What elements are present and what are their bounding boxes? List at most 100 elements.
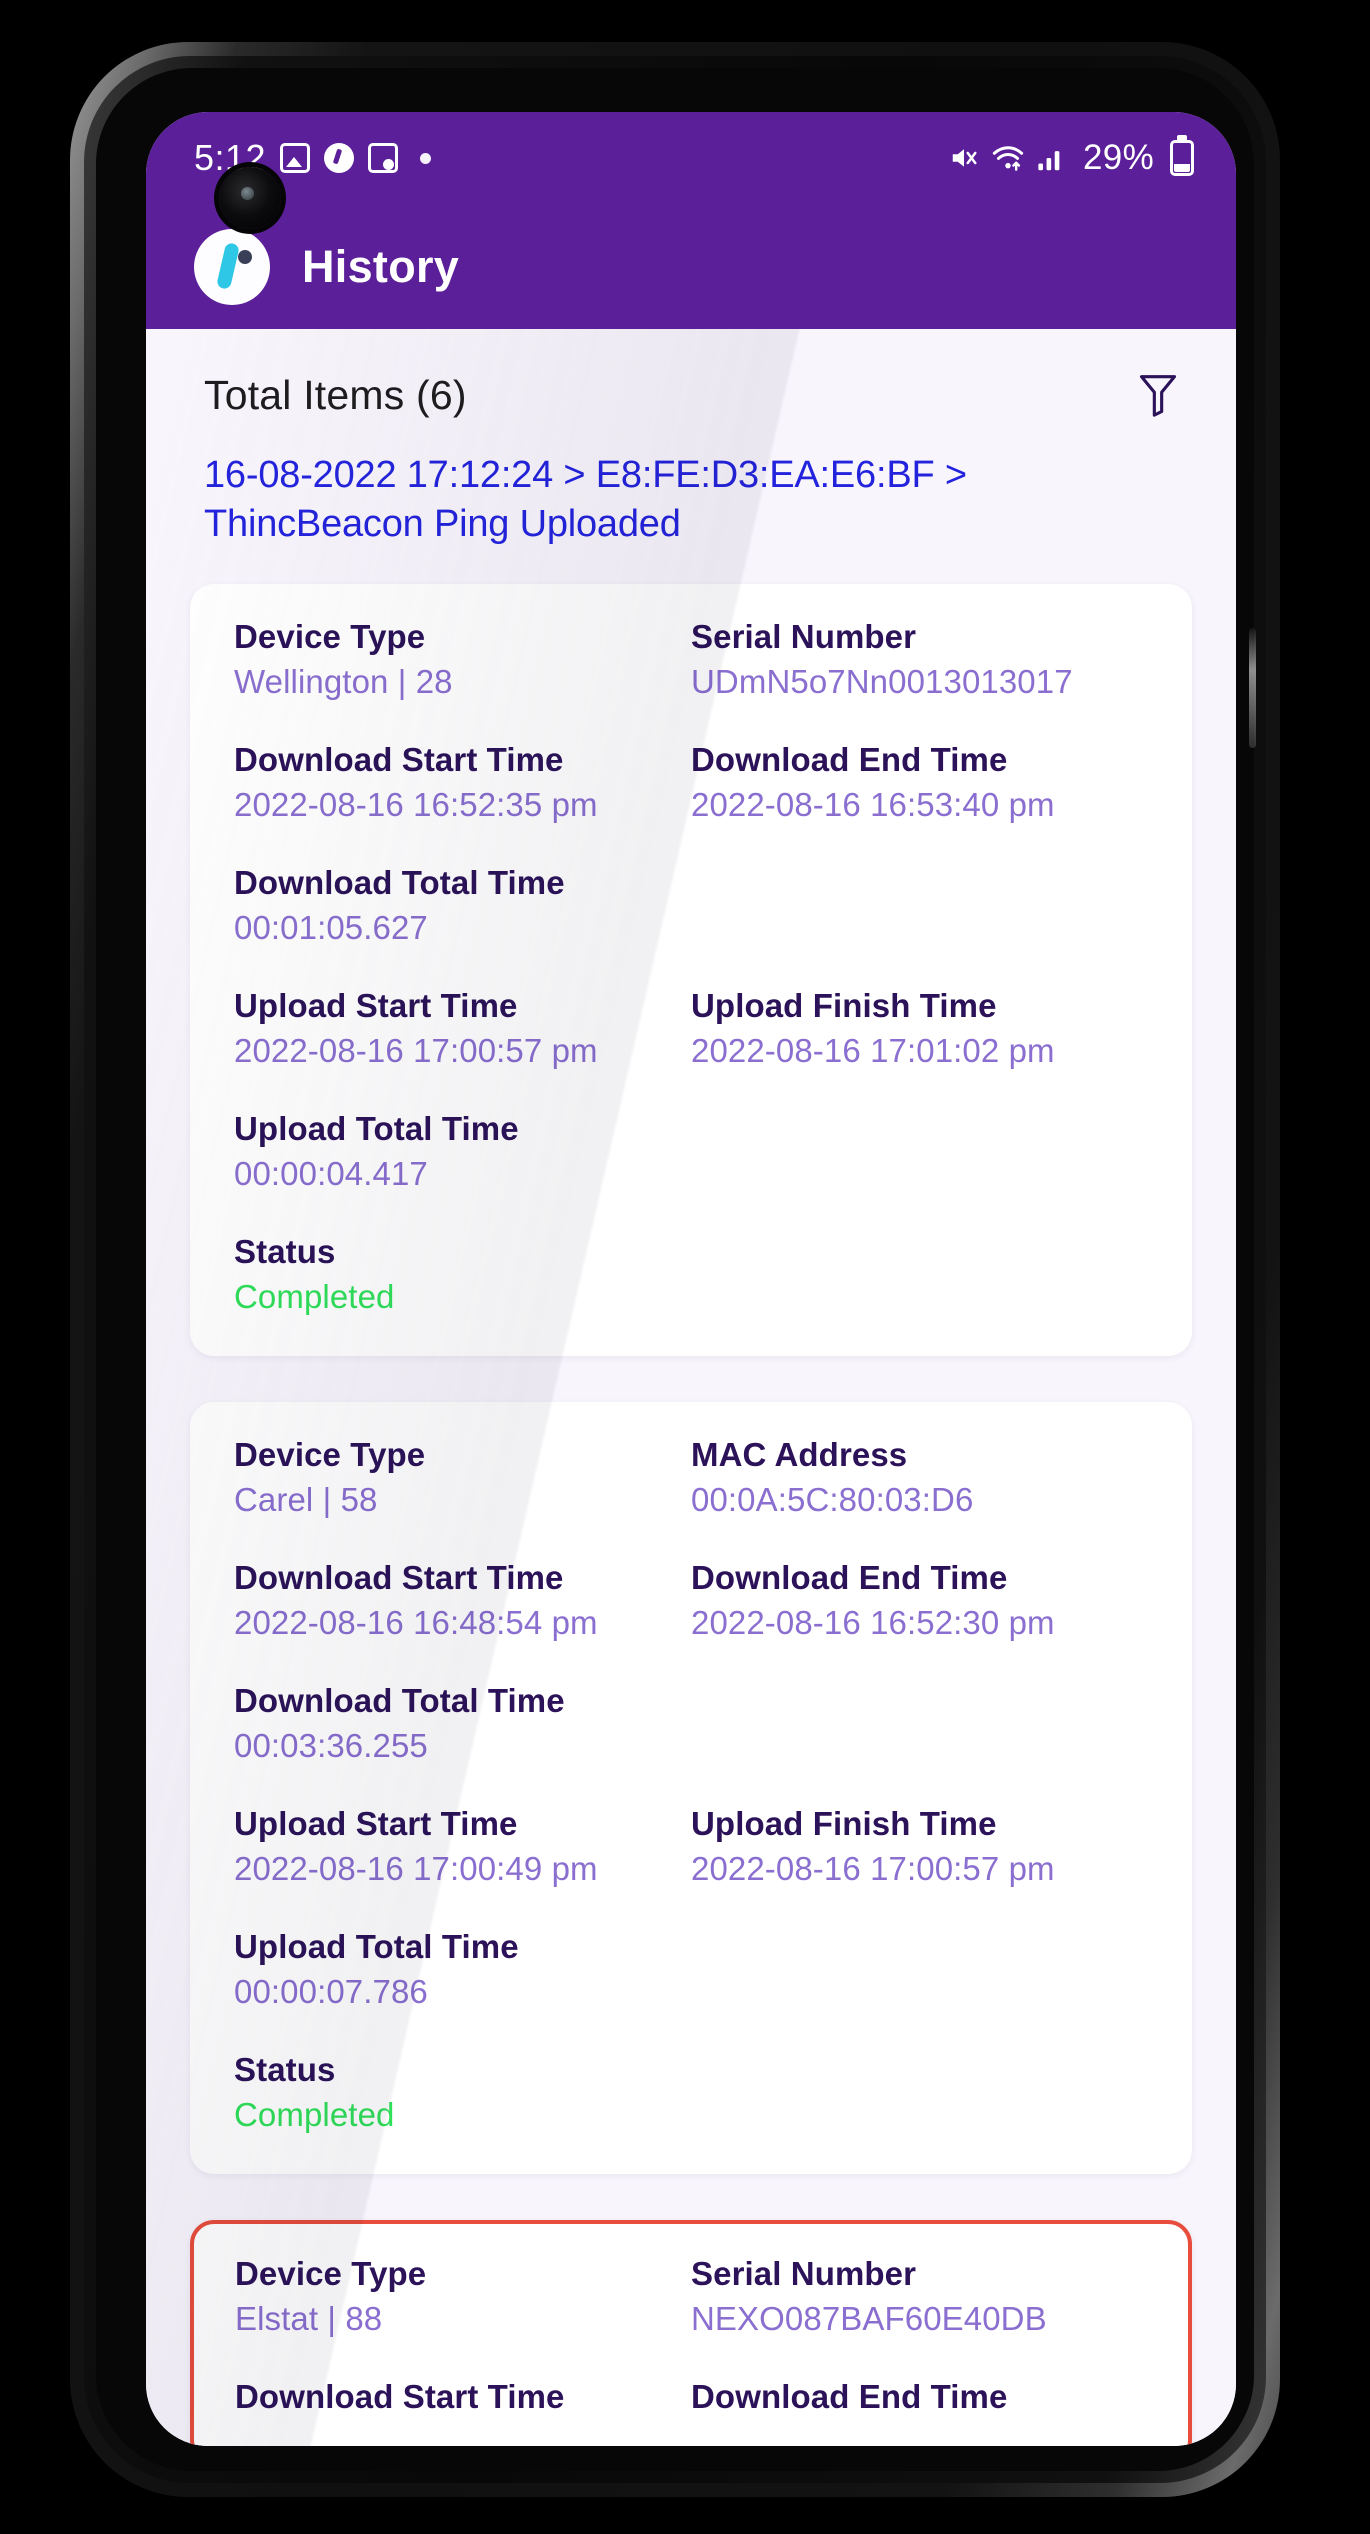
field-label: Download Total Time xyxy=(234,863,565,901)
field-upload-total: Upload Total Time 00:00:04.417 xyxy=(234,1110,1148,1193)
phone-frame: 5:12 29% History Total Items (6) 16-08-2… xyxy=(70,42,1280,2497)
card-row-status: Status Completed xyxy=(234,1233,1148,1316)
card-row-upload-total: Upload Total Time 00:00:07.786 xyxy=(234,1928,1148,2011)
field-value: 2022-08-16 16:52:30 pm xyxy=(691,1603,1055,1641)
card-row-upload-times: Upload Start Time 2022-08-16 17:00:49 pm… xyxy=(234,1805,1148,1888)
field-value: 2022-08-16 16:52:35 pm xyxy=(234,785,598,823)
field-value: Carel | 58 xyxy=(234,1480,378,1518)
field-device-type: Device Type Wellington | 28 xyxy=(234,618,691,701)
field-label: Upload Total Time xyxy=(234,1927,519,1965)
field-label: Upload Finish Time xyxy=(691,1804,997,1842)
field-label: Download Total Time xyxy=(234,1681,565,1719)
card-row-download-times: Download Start Time Download End Time xyxy=(235,2378,1147,2423)
page-title: History xyxy=(302,240,460,292)
field-label: Download End Time xyxy=(691,2377,1008,2415)
field-label: Upload Finish Time xyxy=(691,986,997,1024)
field-label: Device Type xyxy=(234,617,426,655)
field-value: 2022-08-16 17:01:02 pm xyxy=(691,1031,1055,1069)
field-value: 2022-08-16 16:53:40 pm xyxy=(691,785,1055,823)
status-badge: Completed xyxy=(234,2095,395,2133)
phone-frame-inner: 5:12 29% History Total Items (6) 16-08-2… xyxy=(96,68,1256,2471)
field-value: 00:03:36.255 xyxy=(234,1726,428,1764)
total-items-label: Total Items (6) xyxy=(204,371,467,418)
total-items-row: Total Items (6) xyxy=(146,329,1236,425)
field-value: NEXO087BAF60E40DB xyxy=(691,2299,1047,2337)
field-label: Serial Number xyxy=(691,617,917,655)
field-label: Download End Time xyxy=(691,1558,1008,1596)
app-bar: History xyxy=(146,204,1236,329)
field-label: Serial Number xyxy=(691,2254,917,2292)
field-status: Status Completed xyxy=(234,2051,1148,2134)
card-row-device: Device Type Carel | 58 MAC Address 00:0A… xyxy=(234,1436,1148,1519)
power-button[interactable] xyxy=(1249,628,1256,748)
field-download-start: Download Start Time 2022-08-16 16:52:35 … xyxy=(234,741,691,824)
app-logo-icon xyxy=(194,228,270,305)
field-download-end: Download End Time xyxy=(691,2378,1147,2423)
battery-percent-label: 29% xyxy=(1083,138,1154,177)
breadcrumb[interactable]: 16-08-2022 17:12:24 > E8:FE:D3:EA:E6:BF … xyxy=(146,425,1236,550)
field-label: Upload Total Time xyxy=(234,1109,519,1147)
content-area[interactable]: Total Items (6) 16-08-2022 17:12:24 > E8… xyxy=(146,329,1236,2446)
field-value: 2022-08-16 17:00:57 pm xyxy=(234,1031,598,1069)
card-row-device: Device Type Wellington | 28 Serial Numbe… xyxy=(234,618,1148,701)
status-bar-right: 29% xyxy=(949,138,1194,178)
field-label: MAC Address xyxy=(691,1435,908,1473)
field-device-type: Device Type Elstat | 88 xyxy=(235,2255,691,2338)
battery-icon xyxy=(1170,140,1194,176)
card-row-upload-total: Upload Total Time 00:00:04.417 xyxy=(234,1110,1148,1193)
history-card-list: Device Type Wellington | 28 Serial Numbe… xyxy=(146,550,1236,2446)
field-status: Status Completed xyxy=(234,1233,1148,1316)
field-download-end: Download End Time 2022-08-16 16:52:30 pm xyxy=(691,1559,1148,1642)
phone-screen: 5:12 29% History Total Items (6) 16-08-2… xyxy=(146,112,1236,2446)
filter-icon[interactable] xyxy=(1136,371,1180,419)
history-card-flagged[interactable]: Device Type Elstat | 88 Serial Number NE… xyxy=(190,2219,1192,2446)
status-bar-left: 5:12 xyxy=(194,140,432,176)
signal-icon xyxy=(1037,143,1067,173)
wifi-icon xyxy=(991,143,1025,173)
card-row-download-times: Download Start Time 2022-08-16 16:48:54 … xyxy=(234,1559,1148,1642)
field-device-type: Device Type Carel | 58 xyxy=(234,1436,691,1519)
card-row-download-total: Download Total Time 00:03:36.255 xyxy=(234,1682,1148,1765)
history-card[interactable]: Device Type Wellington | 28 Serial Numbe… xyxy=(190,583,1192,1356)
field-label: Download End Time xyxy=(691,740,1008,778)
field-label: Download Start Time xyxy=(235,2377,565,2415)
field-value: 00:00:04.417 xyxy=(234,1154,428,1192)
field-value: Elstat | 88 xyxy=(235,2299,383,2337)
status-badge: Completed xyxy=(234,1277,395,1315)
screenshot-root: 5:12 29% History Total Items (6) 16-08-2… xyxy=(0,0,1370,2534)
field-value: 00:00:07.786 xyxy=(234,1972,428,2010)
field-download-total: Download Total Time 00:01:05.627 xyxy=(234,864,1148,947)
field-download-total: Download Total Time 00:03:36.255 xyxy=(234,1682,1148,1765)
photo-icon xyxy=(280,143,311,173)
field-download-start: Download Start Time xyxy=(235,2378,691,2423)
phone-frame-midband: 5:12 29% History Total Items (6) 16-08-2… xyxy=(84,56,1266,2483)
front-camera-icon xyxy=(219,167,281,229)
field-label: Upload Start Time xyxy=(234,986,518,1024)
status-bar: 5:12 29% xyxy=(146,112,1236,204)
field-label: Download Start Time xyxy=(234,740,564,778)
field-upload-start: Upload Start Time 2022-08-16 17:00:49 pm xyxy=(234,1805,691,1888)
field-value: 2022-08-16 17:00:49 pm xyxy=(234,1849,598,1887)
field-label: Device Type xyxy=(234,1435,426,1473)
field-upload-total: Upload Total Time 00:00:07.786 xyxy=(234,1928,1148,2011)
dot-icon xyxy=(420,152,432,164)
card-row-status: Status Completed xyxy=(234,2051,1148,2134)
field-value: 00:01:05.627 xyxy=(234,908,428,946)
card-row-upload-times: Upload Start Time 2022-08-16 17:00:57 pm… xyxy=(234,987,1148,1070)
field-upload-finish: Upload Finish Time 2022-08-16 17:00:57 p… xyxy=(691,1805,1148,1888)
history-card[interactable]: Device Type Carel | 58 MAC Address 00:0A… xyxy=(190,1401,1192,2174)
card-row-download-total: Download Total Time 00:01:05.627 xyxy=(234,864,1148,947)
field-value: 00:0A:5C:80:03:D6 xyxy=(691,1480,974,1518)
field-label: Download Start Time xyxy=(234,1558,564,1596)
field-upload-start: Upload Start Time 2022-08-16 17:00:57 pm xyxy=(234,987,691,1070)
card-row-download-times: Download Start Time 2022-08-16 16:52:35 … xyxy=(234,741,1148,824)
doc-check-icon xyxy=(368,143,399,173)
field-mac-address: MAC Address 00:0A:5C:80:03:D6 xyxy=(691,1436,1148,1519)
field-value: UDmN5o7Nn0013013017 xyxy=(691,662,1073,700)
field-serial-number: Serial Number NEXO087BAF60E40DB xyxy=(691,2255,1147,2338)
field-value: 2022-08-16 17:00:57 pm xyxy=(691,1849,1055,1887)
card-row-device: Device Type Elstat | 88 Serial Number NE… xyxy=(235,2255,1147,2338)
field-label: Upload Start Time xyxy=(234,1804,518,1842)
app-notification-icon xyxy=(324,143,355,173)
field-download-end: Download End Time 2022-08-16 16:53:40 pm xyxy=(691,741,1148,824)
